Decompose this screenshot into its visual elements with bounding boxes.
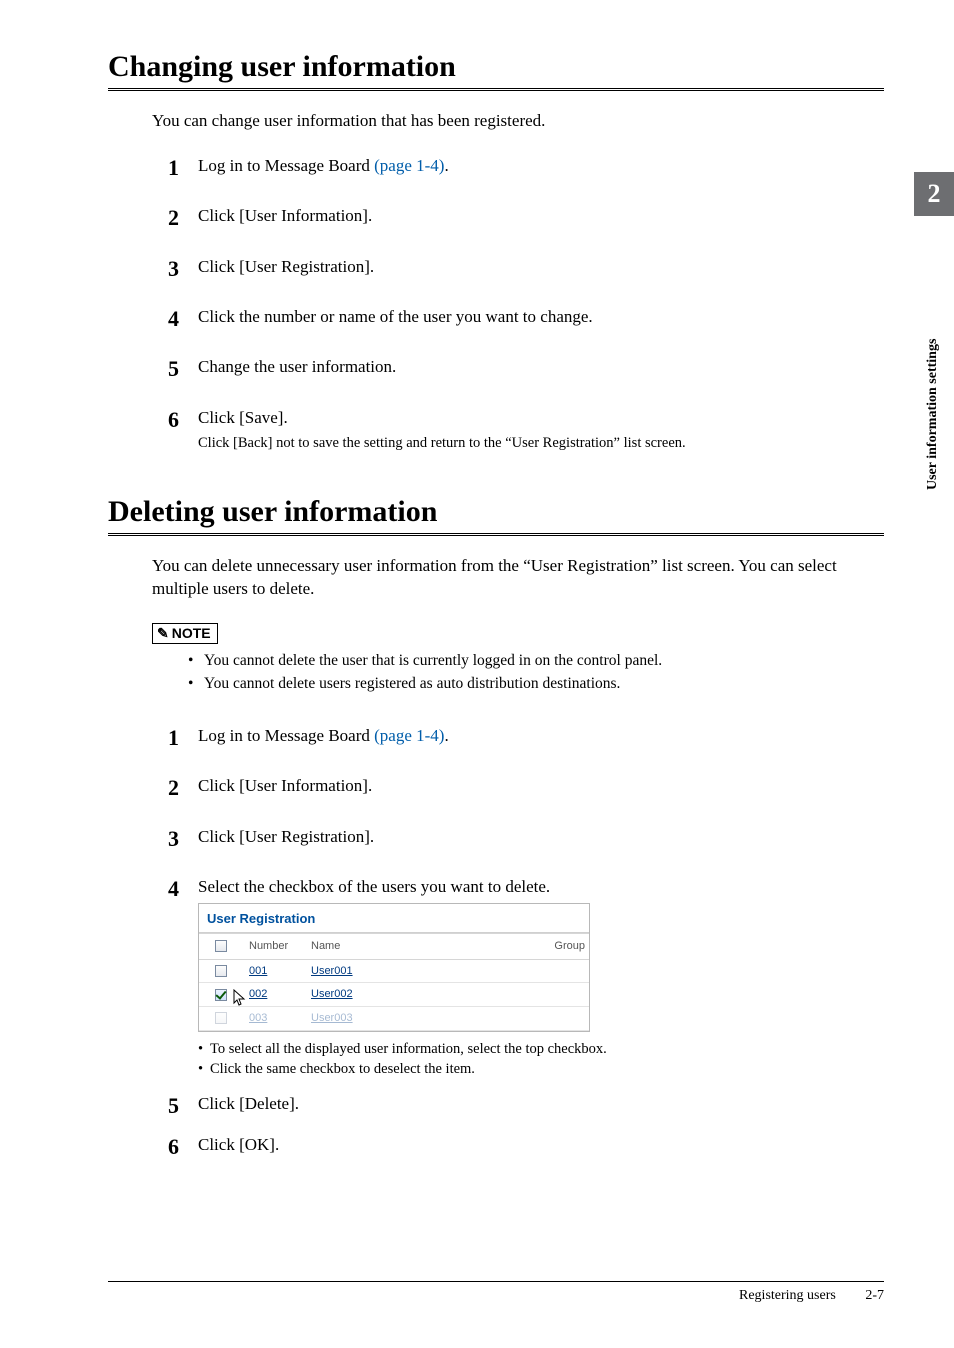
- row-checkbox[interactable]: [215, 989, 227, 1001]
- section1-intro: You can change user information that has…: [152, 109, 884, 133]
- page-footer: Registering users 2-7: [108, 1281, 884, 1304]
- step-number: 3: [168, 826, 198, 852]
- column-header-number: Number: [243, 933, 305, 959]
- user-name-link[interactable]: User003: [311, 1012, 353, 1024]
- bullet-icon: •: [188, 650, 204, 672]
- step: 6 Click [Save]. Click [Back] not to save…: [168, 407, 884, 453]
- row-checkbox[interactable]: [215, 965, 227, 977]
- section1-steps: 1 Log in to Message Board (page 1-4). 2 …: [168, 155, 884, 453]
- step-text: Click [User Information].: [198, 776, 372, 795]
- step: 5 Change the user information.: [168, 356, 884, 382]
- screenshot-note-item: Click the same checkbox to deselect the …: [210, 1060, 475, 1080]
- step: 6 Click [OK].: [168, 1134, 884, 1160]
- table-row: 002 User002: [199, 983, 589, 1007]
- user-name-link[interactable]: User002: [311, 988, 353, 1000]
- note-icon: ✎: [157, 625, 169, 642]
- step-number: 6: [168, 1134, 198, 1160]
- column-header-name: Name: [305, 933, 541, 959]
- step: 2 Click [User Information].: [168, 775, 884, 801]
- page-link[interactable]: (page 1-4): [374, 726, 444, 745]
- heading-deleting-user-info: Deleting user information: [108, 495, 884, 536]
- column-header-group: Group: [541, 933, 589, 959]
- step-number: 1: [168, 155, 198, 181]
- step: 1 Log in to Message Board (page 1-4).: [168, 155, 884, 181]
- note-label: NOTE: [172, 625, 211, 641]
- step-number: 3: [168, 256, 198, 282]
- user-table: Number Name Group 001 User001: [199, 933, 589, 1031]
- user-registration-screenshot: User Registration Number Name Group: [198, 903, 590, 1032]
- step-number: 4: [168, 306, 198, 332]
- select-all-cell: [199, 933, 243, 959]
- step-text: Click [OK].: [198, 1135, 279, 1154]
- row-checkbox-cell: [199, 1007, 243, 1031]
- row-checkbox-cell: [199, 959, 243, 983]
- step: 2 Click [User Information].: [168, 205, 884, 231]
- step: 5 Click [Delete].: [168, 1093, 884, 1119]
- step-number: 6: [168, 407, 198, 433]
- step: 1 Log in to Message Board (page 1-4).: [168, 725, 884, 751]
- step-number: 4: [168, 876, 198, 902]
- note-item: You cannot delete users registered as au…: [204, 673, 620, 695]
- heading-changing-user-info: Changing user information: [108, 50, 884, 91]
- screenshot-notes: •To select all the displayed user inform…: [198, 1040, 884, 1079]
- step-text: Click [User Registration].: [198, 257, 374, 276]
- step-text: Log in to Message Board: [198, 156, 374, 175]
- step-text: Log in to Message Board: [198, 726, 374, 745]
- screenshot-title: User Registration: [199, 904, 589, 932]
- step: 3 Click [User Registration].: [168, 826, 884, 852]
- select-all-checkbox[interactable]: [215, 940, 227, 952]
- step-text-post: .: [444, 726, 448, 745]
- step-text: Click [User Registration].: [198, 827, 374, 846]
- step-text: Change the user information.: [198, 357, 396, 376]
- step: 4 Click the number or name of the user y…: [168, 306, 884, 332]
- user-number-link[interactable]: 001: [249, 965, 267, 977]
- screenshot-note-item: To select all the displayed user informa…: [210, 1040, 607, 1060]
- page-link[interactable]: (page 1-4): [374, 156, 444, 175]
- step-text: Select the checkbox of the users you wan…: [198, 876, 884, 899]
- step-number: 2: [168, 205, 198, 231]
- step-number: 2: [168, 775, 198, 801]
- footer-page-number: 2-7: [865, 1288, 884, 1303]
- step-text: Click [User Information].: [198, 206, 372, 225]
- step-text: Click [Save].: [198, 407, 884, 430]
- step-text: Click the number or name of the user you…: [198, 307, 593, 326]
- user-name-link[interactable]: User001: [311, 965, 353, 977]
- row-checkbox-cell: [199, 983, 243, 1007]
- note-item: You cannot delete the user that is curre…: [204, 650, 662, 672]
- row-checkbox[interactable]: [215, 1012, 227, 1024]
- section2-intro: You can delete unnecessary user informat…: [152, 554, 884, 602]
- step: 3 Click [User Registration].: [168, 256, 884, 282]
- step-subtext: Click [Back] not to save the setting and…: [198, 434, 884, 453]
- step-number: 5: [168, 356, 198, 382]
- bullet-icon: •: [198, 1060, 210, 1080]
- table-row: 001 User001: [199, 959, 589, 983]
- step: 4 Select the checkbox of the users you w…: [168, 876, 884, 1079]
- bullet-icon: •: [188, 673, 204, 695]
- user-number-link[interactable]: 002: [249, 988, 267, 1000]
- step-number: 5: [168, 1093, 198, 1119]
- step-text: Click [Delete].: [198, 1094, 299, 1113]
- note-label-box: ✎NOTE: [152, 623, 218, 644]
- section2-steps: 1 Log in to Message Board (page 1-4). 2 …: [168, 725, 884, 1160]
- bullet-icon: •: [198, 1040, 210, 1060]
- note-list: •You cannot delete the user that is curr…: [188, 650, 884, 695]
- footer-section-name: Registering users: [739, 1288, 836, 1303]
- step-text-post: .: [444, 156, 448, 175]
- table-row: 003 User003: [199, 1007, 589, 1031]
- user-number-link[interactable]: 003: [249, 1012, 267, 1024]
- table-header-row: Number Name Group: [199, 933, 589, 959]
- cursor-icon: [233, 989, 247, 1007]
- step-number: 1: [168, 725, 198, 751]
